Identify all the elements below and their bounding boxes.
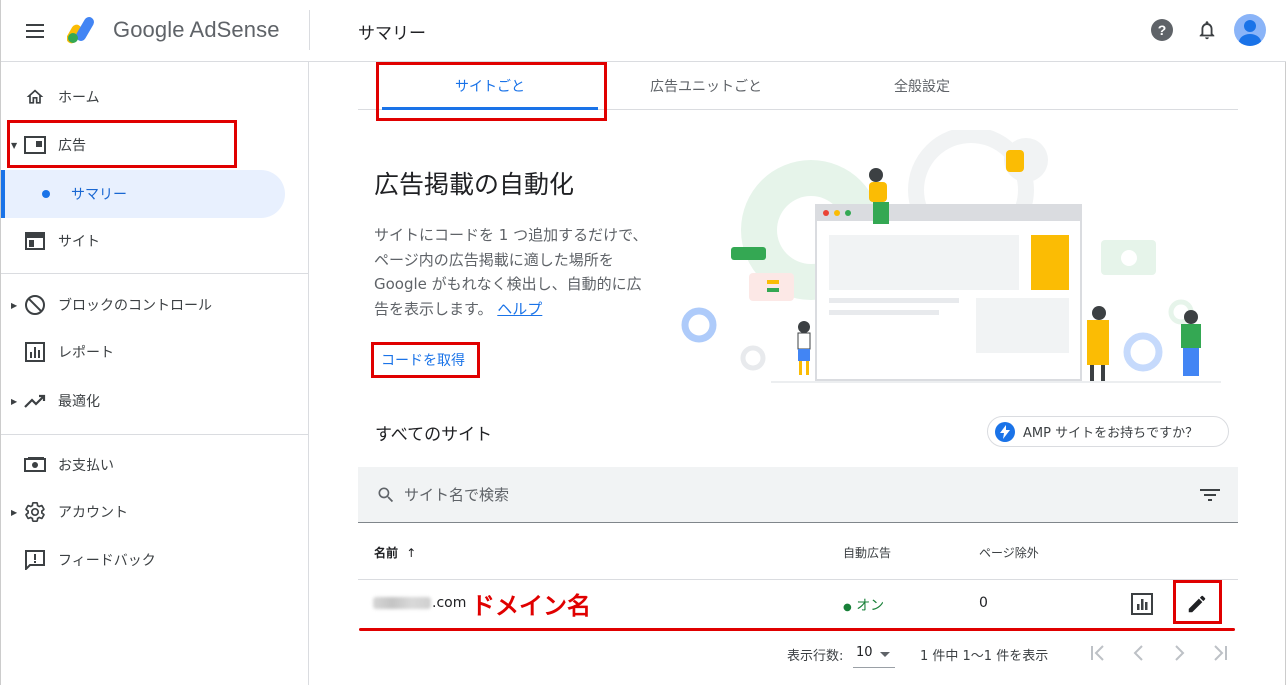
annotation-box-tab	[376, 62, 607, 121]
filter-list-icon[interactable]	[1200, 487, 1220, 503]
sidebar-item-reports[interactable]: レポート	[1, 330, 301, 374]
sidebar-item-payments[interactable]: お支払い	[1, 443, 301, 487]
site-search-input[interactable]	[404, 481, 1164, 509]
sidebar-item-label: サイト	[58, 234, 100, 250]
payments-icon	[24, 454, 46, 476]
auto-ads-illustration	[681, 130, 1221, 383]
optimization-icon	[24, 390, 46, 412]
dropdown-arrow-icon	[880, 652, 890, 657]
description-text: 告を表示します。	[374, 299, 493, 318]
last-page-icon[interactable]	[1208, 642, 1230, 664]
active-dot-icon	[42, 190, 50, 198]
header-divider	[309, 10, 310, 50]
home-icon	[24, 86, 46, 108]
expand-arrow-icon: ▶	[11, 300, 18, 310]
status-dot-icon: ●	[843, 602, 852, 613]
domain-suffix: .com	[432, 595, 467, 611]
auto-ads-description: サイトにコードを 1 つ追加するだけで、 ページ内の広告掲載に適した場所を Go…	[374, 223, 674, 321]
all-sites-heading: すべてのサイト	[375, 425, 493, 445]
annotation-box-edit	[1173, 580, 1222, 624]
sidebar-item-label: 最適化	[58, 394, 100, 410]
column-header-label: 名前	[374, 546, 399, 560]
rows-per-page-label: 表示行数:	[787, 649, 844, 664]
blurred-domain	[373, 597, 431, 609]
sidebar-item-feedback[interactable]: フィードバック	[1, 538, 301, 582]
auto-ads-heading: 広告掲載の自動化	[374, 170, 575, 199]
amp-chip-label: AMP サイトをお持ちですか？	[1023, 426, 1199, 441]
notifications-bell-icon[interactable]	[1196, 19, 1218, 41]
expand-arrow-icon: ▶	[11, 396, 18, 406]
adsense-logo-icon	[67, 17, 94, 44]
sidebar-item-label: ホーム	[58, 90, 100, 106]
previous-page-icon[interactable]	[1128, 642, 1150, 664]
feedback-icon	[24, 549, 46, 571]
sidebar-item-label: お支払い	[58, 458, 114, 474]
help-link[interactable]: ヘルプ	[497, 300, 542, 318]
account-avatar[interactable]	[1234, 14, 1266, 46]
sidebar-item-label: フィードバック	[58, 553, 156, 569]
description-line: ページ内の広告掲載に適した場所を	[374, 250, 614, 269]
description-line: Google がもれなく検出し、自動的に広	[374, 275, 642, 293]
avatar-person-icon	[1239, 20, 1261, 46]
tab-by-ad-unit[interactable]: 広告ユニットごと	[598, 62, 814, 110]
rows-per-page-value: 10	[856, 645, 873, 660]
sidebar-item-label: サマリー	[71, 187, 127, 203]
sites-icon	[24, 230, 46, 252]
column-header-page-exclusion: ページ除外	[979, 546, 1039, 560]
pagination-range: 1 件中 1〜1 件を表示	[920, 649, 1049, 664]
search-icon	[378, 487, 394, 503]
adsense-window: Google AdSense サマリー ? ホーム ▼ 広告 サマリー サイト …	[0, 0, 1286, 685]
sidebar-item-label: レポート	[58, 345, 114, 361]
site-report-icon[interactable]	[1131, 593, 1153, 615]
sidebar-item-home[interactable]: ホーム	[1, 75, 301, 119]
site-search-bar	[358, 467, 1238, 523]
reports-icon	[24, 341, 46, 363]
sidebar-divider	[1, 273, 309, 274]
amp-bolt-icon	[995, 421, 1015, 442]
annotation-box-ads	[7, 120, 237, 168]
description-line: サイトにコードを 1 つ追加するだけで、	[374, 226, 648, 244]
auto-ads-status-label: オン	[856, 598, 885, 614]
rows-per-page-select[interactable]: 10	[853, 640, 895, 668]
amp-sites-chip[interactable]: AMP サイトをお持ちですか？	[987, 416, 1229, 447]
block-icon	[24, 294, 46, 316]
settings-gear-icon	[24, 501, 46, 523]
sidebar-item-optimization[interactable]: ▶ 最適化	[1, 379, 301, 423]
tab-general-settings[interactable]: 全般設定	[814, 62, 1030, 110]
annotation-underline	[359, 628, 1235, 631]
expand-arrow-icon: ▶	[11, 507, 18, 517]
first-page-icon[interactable]	[1088, 642, 1110, 664]
sidebar-item-summary[interactable]: サマリー	[1, 170, 285, 218]
next-page-icon[interactable]	[1168, 642, 1190, 664]
sidebar-divider	[1, 434, 309, 435]
page-title: サマリー	[358, 24, 426, 44]
sidebar-item-sites[interactable]: サイト	[1, 219, 301, 263]
sort-arrow-up-icon: ↑	[406, 546, 417, 560]
table-divider	[358, 579, 1238, 580]
site-name-cell[interactable]: .com	[373, 595, 466, 611]
sidebar-item-block-controls[interactable]: ▶ ブロックのコントロール	[1, 283, 301, 327]
page-exclusion-count: 0	[979, 595, 988, 611]
annotation-box-get-code	[371, 342, 480, 378]
help-icon[interactable]: ?	[1151, 19, 1173, 41]
brand-name: Google AdSense	[113, 17, 280, 42]
main-menu-button[interactable]	[23, 19, 47, 43]
domain-name-annotation: ドメイン名	[471, 592, 591, 620]
description-line: 告を表示します。 ヘルプ	[374, 297, 674, 322]
sidebar-item-account[interactable]: ▶ アカウント	[1, 490, 301, 534]
sidebar-item-label: ブロックのコントロール	[58, 298, 212, 314]
top-app-bar: Google AdSense サマリー ?	[1, 0, 1286, 62]
column-header-auto-ads: 自動広告	[843, 546, 892, 560]
auto-ads-status[interactable]: ● オン	[843, 595, 884, 615]
column-header-name[interactable]: 名前 ↑	[374, 544, 416, 561]
sidebar-item-label: アカウント	[58, 505, 128, 521]
active-indicator	[1, 170, 5, 218]
